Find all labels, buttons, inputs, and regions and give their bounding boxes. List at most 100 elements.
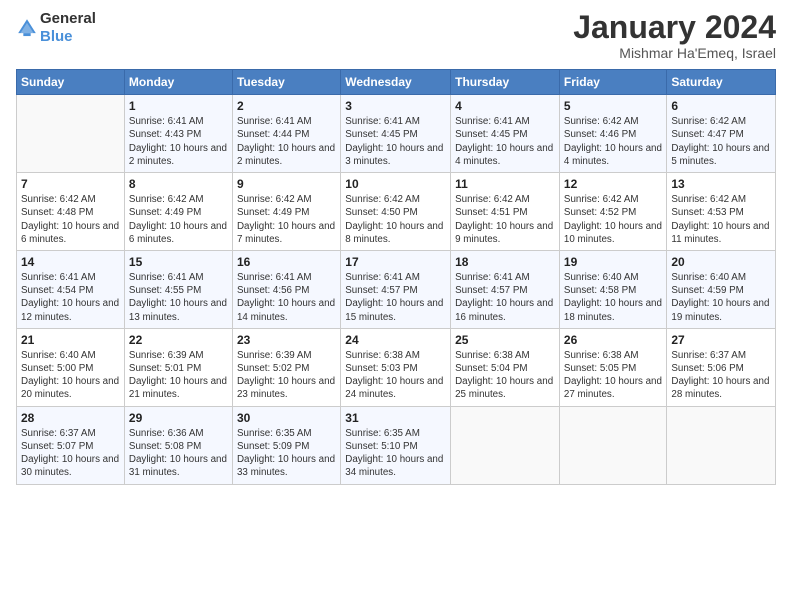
day-info: Sunrise: 6:40 AMSunset: 5:00 PMDaylight:…: [21, 349, 120, 402]
day-number: 2: [237, 99, 336, 113]
day-info: Sunrise: 6:38 AMSunset: 5:04 PMDaylight:…: [455, 349, 555, 402]
day-number: 25: [455, 333, 555, 347]
calendar-title: January 2024: [573, 10, 776, 45]
day-cell: [667, 406, 776, 484]
day-cell: 22 Sunrise: 6:39 AMSunset: 5:01 PMDayligh…: [124, 328, 232, 406]
day-cell: 19Sunrise: 6:40 AMSunset: 4:58 PMDayligh…: [559, 250, 666, 328]
day-cell: 26Sunrise: 6:38 AMSunset: 5:05 PMDayligh…: [559, 328, 666, 406]
day-number: 14: [21, 255, 120, 269]
day-info: Sunrise: 6:37 AMSunset: 5:06 PMDaylight:…: [671, 349, 771, 402]
day-info: Sunrise: 6:42 AMSunset: 4:50 PMDaylight:…: [345, 193, 446, 246]
calendar-table: SundayMondayTuesdayWednesdayThursdayFrid…: [16, 69, 776, 484]
day-number: 22: [129, 333, 228, 347]
day-number: 1: [129, 99, 228, 113]
page: General Blue January 2024 Mishmar Ha'Eme…: [0, 0, 792, 612]
logo-icon: [16, 17, 38, 39]
day-info: Sunrise: 6:40 AMSunset: 4:58 PMDaylight:…: [564, 271, 662, 324]
day-number: 11: [455, 177, 555, 191]
day-cell: 31 Sunrise: 6:35 AMSunset: 5:10 PMDayligh…: [341, 406, 451, 484]
day-cell: 23 Sunrise: 6:39 AMSunset: 5:02 PMDayligh…: [232, 328, 340, 406]
day-cell: 7 Sunrise: 6:42 AMSunset: 4:48 PMDaylight…: [17, 173, 125, 251]
col-header-monday: Monday: [124, 70, 232, 95]
col-header-wednesday: Wednesday: [341, 70, 451, 95]
day-info: Sunrise: 6:42 AMSunset: 4:49 PMDaylight:…: [237, 193, 336, 246]
col-header-saturday: Saturday: [667, 70, 776, 95]
day-cell: 17 Sunrise: 6:41 AMSunset: 4:57 PMDayligh…: [341, 250, 451, 328]
week-row-1: 1 Sunrise: 6:41 AMSunset: 4:43 PMDaylight…: [17, 95, 776, 173]
week-row-3: 14 Sunrise: 6:41 AMSunset: 4:54 PMDayligh…: [17, 250, 776, 328]
logo-blue: Blue: [40, 28, 73, 45]
day-number: 17: [345, 255, 446, 269]
day-number: 6: [671, 99, 771, 113]
day-cell: 1 Sunrise: 6:41 AMSunset: 4:43 PMDaylight…: [124, 95, 232, 173]
day-info: Sunrise: 6:35 AMSunset: 5:10 PMDaylight:…: [345, 427, 446, 480]
day-cell: 2Sunrise: 6:41 AMSunset: 4:44 PMDaylight…: [232, 95, 340, 173]
day-cell: 18 Sunrise: 6:41 AMSunset: 4:57 PMDayligh…: [451, 250, 560, 328]
day-number: 10: [345, 177, 446, 191]
day-number: 21: [21, 333, 120, 347]
day-info: Sunrise: 6:42 AMSunset: 4:48 PMDaylight:…: [21, 193, 120, 246]
day-info: Sunrise: 6:41 AMSunset: 4:45 PMDaylight:…: [455, 115, 555, 168]
day-cell: 28 Sunrise: 6:37 AMSunset: 5:07 PMDayligh…: [17, 406, 125, 484]
day-cell: 15 Sunrise: 6:41 AMSunset: 4:55 PMDayligh…: [124, 250, 232, 328]
day-info: Sunrise: 6:42 AMSunset: 4:51 PMDaylight:…: [455, 193, 555, 246]
col-header-sunday: Sunday: [17, 70, 125, 95]
day-cell: 25 Sunrise: 6:38 AMSunset: 5:04 PMDayligh…: [451, 328, 560, 406]
day-info: Sunrise: 6:41 AMSunset: 4:54 PMDaylight:…: [21, 271, 120, 324]
day-info: Sunrise: 6:37 AMSunset: 5:07 PMDaylight:…: [21, 427, 120, 480]
day-cell: 29Sunrise: 6:36 AMSunset: 5:08 PMDayligh…: [124, 406, 232, 484]
day-number: 4: [455, 99, 555, 113]
day-number: 8: [129, 177, 228, 191]
col-header-friday: Friday: [559, 70, 666, 95]
day-cell: 24 Sunrise: 6:38 AMSunset: 5:03 PMDayligh…: [341, 328, 451, 406]
day-cell: 13 Sunrise: 6:42 AMSunset: 4:53 PMDayligh…: [667, 173, 776, 251]
day-info: Sunrise: 6:39 AMSunset: 5:01 PMDaylight:…: [129, 349, 228, 402]
day-info: Sunrise: 6:41 AMSunset: 4:57 PMDaylight:…: [345, 271, 446, 324]
day-cell: 30 Sunrise: 6:35 AMSunset: 5:09 PMDayligh…: [232, 406, 340, 484]
day-info: Sunrise: 6:42 AMSunset: 4:52 PMDaylight:…: [564, 193, 662, 246]
day-info: Sunrise: 6:42 AMSunset: 4:46 PMDaylight:…: [564, 115, 662, 168]
day-info: Sunrise: 6:38 AMSunset: 5:03 PMDaylight:…: [345, 349, 446, 402]
day-number: 31: [345, 411, 446, 425]
day-cell: [559, 406, 666, 484]
day-number: 24: [345, 333, 446, 347]
day-info: Sunrise: 6:42 AMSunset: 4:47 PMDaylight:…: [671, 115, 771, 168]
day-number: 7: [21, 177, 120, 191]
day-number: 20: [671, 255, 771, 269]
header-row: SundayMondayTuesdayWednesdayThursdayFrid…: [17, 70, 776, 95]
day-number: 5: [564, 99, 662, 113]
day-cell: 9 Sunrise: 6:42 AMSunset: 4:49 PMDaylight…: [232, 173, 340, 251]
week-row-5: 28 Sunrise: 6:37 AMSunset: 5:07 PMDayligh…: [17, 406, 776, 484]
logo-general: General: [40, 10, 96, 27]
day-number: 27: [671, 333, 771, 347]
day-number: 23: [237, 333, 336, 347]
day-cell: 6 Sunrise: 6:42 AMSunset: 4:47 PMDaylight…: [667, 95, 776, 173]
day-number: 18: [455, 255, 555, 269]
day-info: Sunrise: 6:39 AMSunset: 5:02 PMDaylight:…: [237, 349, 336, 402]
day-number: 13: [671, 177, 771, 191]
day-info: Sunrise: 6:42 AMSunset: 4:53 PMDaylight:…: [671, 193, 771, 246]
day-number: 16: [237, 255, 336, 269]
day-info: Sunrise: 6:41 AMSunset: 4:57 PMDaylight:…: [455, 271, 555, 324]
day-cell: 8Sunrise: 6:42 AMSunset: 4:49 PMDaylight…: [124, 173, 232, 251]
col-header-thursday: Thursday: [451, 70, 560, 95]
day-cell: 21 Sunrise: 6:40 AMSunset: 5:00 PMDayligh…: [17, 328, 125, 406]
day-number: 30: [237, 411, 336, 425]
day-number: 9: [237, 177, 336, 191]
day-cell: 5 Sunrise: 6:42 AMSunset: 4:46 PMDaylight…: [559, 95, 666, 173]
day-info: Sunrise: 6:41 AMSunset: 4:55 PMDaylight:…: [129, 271, 228, 324]
day-cell: [451, 406, 560, 484]
logo: General Blue: [16, 10, 96, 46]
week-row-2: 7 Sunrise: 6:42 AMSunset: 4:48 PMDaylight…: [17, 173, 776, 251]
day-info: Sunrise: 6:41 AMSunset: 4:43 PMDaylight:…: [129, 115, 228, 168]
day-info: Sunrise: 6:41 AMSunset: 4:56 PMDaylight:…: [237, 271, 336, 324]
day-info: Sunrise: 6:35 AMSunset: 5:09 PMDaylight:…: [237, 427, 336, 480]
day-info: Sunrise: 6:38 AMSunset: 5:05 PMDaylight:…: [564, 349, 662, 402]
day-cell: 4 Sunrise: 6:41 AMSunset: 4:45 PMDaylight…: [451, 95, 560, 173]
day-number: 15: [129, 255, 228, 269]
day-cell: 10 Sunrise: 6:42 AMSunset: 4:50 PMDayligh…: [341, 173, 451, 251]
title-area: January 2024 Mishmar Ha'Emeq, Israel: [573, 10, 776, 61]
day-number: 28: [21, 411, 120, 425]
day-cell: 16 Sunrise: 6:41 AMSunset: 4:56 PMDayligh…: [232, 250, 340, 328]
day-number: 29: [129, 411, 228, 425]
